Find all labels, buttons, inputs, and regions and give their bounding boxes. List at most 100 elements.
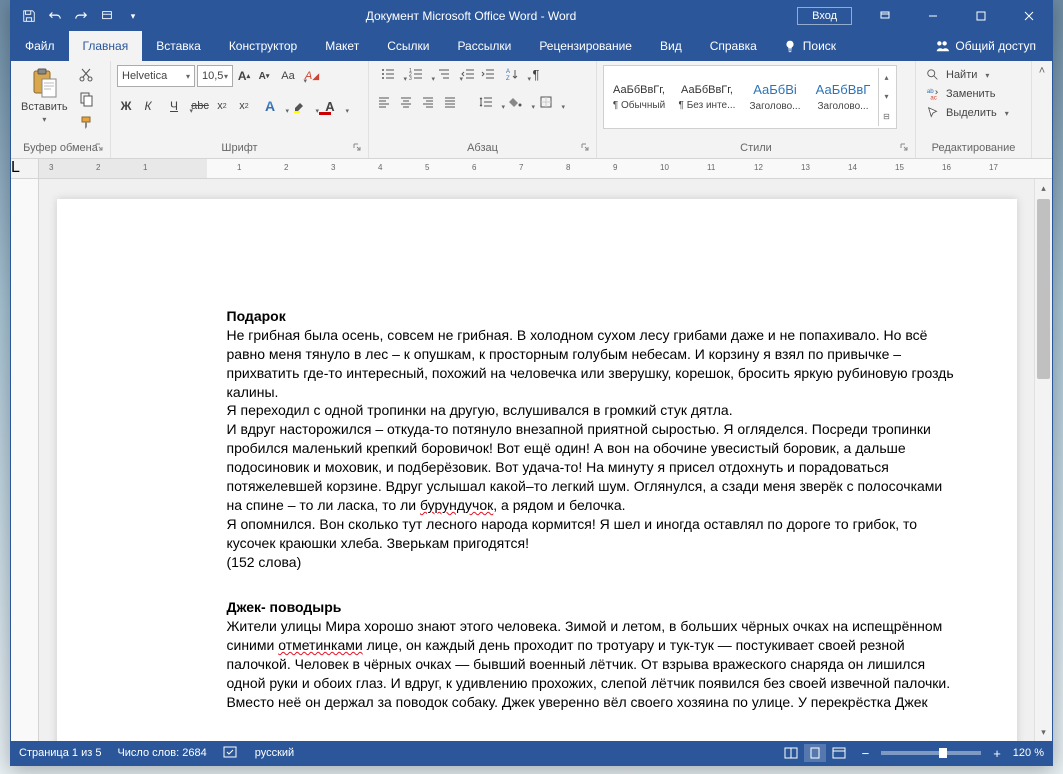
scroll-thumb[interactable] <box>1037 199 1050 379</box>
tab-references[interactable]: Ссылки <box>373 31 443 61</box>
numbering-button[interactable]: 123 <box>403 65 429 83</box>
paste-button[interactable]: Вставить ▾ <box>17 65 72 126</box>
cut-button[interactable] <box>76 65 96 85</box>
replace-button[interactable]: abac Заменить <box>922 86 1025 102</box>
font-dialog-launcher[interactable] <box>352 142 366 156</box>
ruler-vertical[interactable] <box>11 179 39 741</box>
page: Подарок Не грибная была осень, совсем не… <box>57 199 1017 741</box>
save-button[interactable] <box>17 4 41 28</box>
align-center-button[interactable] <box>397 93 415 111</box>
format-painter-button[interactable] <box>76 113 96 133</box>
share-button[interactable]: Общий доступ <box>919 39 1052 53</box>
view-buttons <box>780 744 850 762</box>
maximize-button[interactable] <box>958 1 1004 31</box>
justify-button[interactable] <box>441 93 459 111</box>
print-layout-button[interactable] <box>804 744 826 762</box>
word-count[interactable]: Число слов: 2684 <box>117 747 206 759</box>
shrink-font-button[interactable]: A▾ <box>255 67 273 85</box>
bullets-button[interactable] <box>375 65 401 83</box>
font-color-button[interactable]: A <box>317 97 343 115</box>
subscript-button[interactable]: x2 <box>213 97 231 115</box>
show-marks-button[interactable]: ¶ <box>527 65 545 83</box>
borders-button[interactable] <box>533 93 559 111</box>
style-normal[interactable]: АаБбВвГг,¶ Обычный <box>606 68 672 126</box>
tab-design[interactable]: Конструктор <box>215 31 311 61</box>
redo-button[interactable] <box>69 4 93 28</box>
align-right-button[interactable] <box>419 93 437 111</box>
close-button[interactable] <box>1006 1 1052 31</box>
paragraph-dialog-launcher[interactable] <box>580 142 594 156</box>
tab-home[interactable]: Главная <box>69 31 143 61</box>
ribbon-display-button[interactable] <box>862 1 908 31</box>
style-heading1[interactable]: АаБбВіЗаголово... <box>742 68 808 126</box>
tell-me-search[interactable]: Поиск <box>771 31 848 61</box>
scroll-up-button[interactable]: ▴ <box>1035 179 1052 197</box>
style-heading2[interactable]: АаБбВвГЗаголово... <box>810 68 876 126</box>
find-button[interactable]: Найти▾ <box>922 67 1025 83</box>
underline-button[interactable]: Ч <box>161 97 187 115</box>
heading: Подарок <box>227 307 961 326</box>
styles-scroll-down[interactable]: ▾ <box>879 87 894 106</box>
document-scroll[interactable]: Подарок Не грибная была осень, совсем не… <box>39 179 1034 741</box>
highlight-button[interactable] <box>287 97 313 115</box>
collapse-ribbon-button[interactable]: ˄ <box>1039 65 1045 77</box>
ruler-horizontal[interactable]: 3211234567891011121314151617 <box>39 159 1052 178</box>
tab-file[interactable]: Файл <box>11 31 69 61</box>
shading-button[interactable] <box>503 93 529 111</box>
replace-icon: abac <box>926 87 940 101</box>
indent-icon <box>481 67 495 81</box>
multilevel-button[interactable] <box>431 65 457 83</box>
clipboard-dialog-launcher[interactable] <box>94 142 108 156</box>
copy-icon <box>78 91 94 107</box>
sort-button[interactable]: AZ <box>499 65 525 83</box>
italic-button[interactable]: К <box>139 97 157 115</box>
text-effects-button[interactable]: A <box>257 97 283 115</box>
spellcheck-button[interactable] <box>223 745 239 762</box>
decrease-indent-button[interactable] <box>459 65 477 83</box>
tab-view[interactable]: Вид <box>646 31 696 61</box>
align-left-button[interactable] <box>375 93 393 111</box>
login-button[interactable]: Вход <box>797 7 852 25</box>
bold-button[interactable]: Ж <box>117 97 135 115</box>
font-size-combo[interactable]: 10,5▾ <box>197 65 233 87</box>
styles-scroll-up[interactable]: ▴ <box>879 68 894 87</box>
spacing-icon <box>479 95 493 109</box>
qat-more-button[interactable] <box>95 4 119 28</box>
bullet-list-icon <box>381 67 395 81</box>
lightbulb-icon <box>783 39 797 53</box>
undo-button[interactable] <box>43 4 67 28</box>
grow-font-button[interactable]: A▴ <box>235 67 253 85</box>
styles-dialog-launcher[interactable] <box>899 142 913 156</box>
increase-indent-button[interactable] <box>479 65 497 83</box>
tab-mailings[interactable]: Рассылки <box>443 31 525 61</box>
minimize-button[interactable] <box>910 1 956 31</box>
zoom-in-button[interactable]: + <box>989 746 1005 761</box>
qat-customize-button[interactable]: ▾ <box>121 4 145 28</box>
justify-icon <box>443 95 457 109</box>
zoom-level[interactable]: 120 % <box>1013 747 1044 759</box>
page-indicator[interactable]: Страница 1 из 5 <box>19 747 101 759</box>
tab-layout[interactable]: Макет <box>311 31 373 61</box>
strikethrough-button[interactable]: abc <box>191 97 209 115</box>
scroll-down-button[interactable]: ▾ <box>1035 723 1052 741</box>
line-spacing-button[interactable] <box>473 93 499 111</box>
clear-formatting-button[interactable]: A◢ <box>303 67 321 85</box>
language-indicator[interactable]: русский <box>255 747 294 759</box>
tab-review[interactable]: Рецензирование <box>525 31 646 61</box>
styles-expand[interactable]: ⊟ <box>879 107 894 126</box>
select-button[interactable]: Выделить▾ <box>922 105 1025 121</box>
font-name-combo[interactable]: Helvetica▾ <box>117 65 195 87</box>
zoom-out-button[interactable]: − <box>858 746 874 761</box>
zoom-slider[interactable] <box>881 751 981 755</box>
web-layout-button[interactable] <box>828 744 850 762</box>
change-case-button[interactable]: Aa <box>275 67 301 85</box>
document-body[interactable]: Подарок Не грибная была осень, совсем не… <box>227 307 961 712</box>
scrollbar-vertical[interactable]: ▴ ▾ <box>1034 179 1052 741</box>
superscript-button[interactable]: x2 <box>235 97 253 115</box>
tab-insert[interactable]: Вставка <box>142 31 215 61</box>
copy-button[interactable] <box>76 89 96 109</box>
tab-help[interactable]: Справка <box>696 31 771 61</box>
paragraph: Я опомнился. Вон сколько тут лесного нар… <box>227 515 961 553</box>
style-no-spacing[interactable]: АаБбВвГг,¶ Без инте... <box>674 68 740 126</box>
read-mode-button[interactable] <box>780 744 802 762</box>
